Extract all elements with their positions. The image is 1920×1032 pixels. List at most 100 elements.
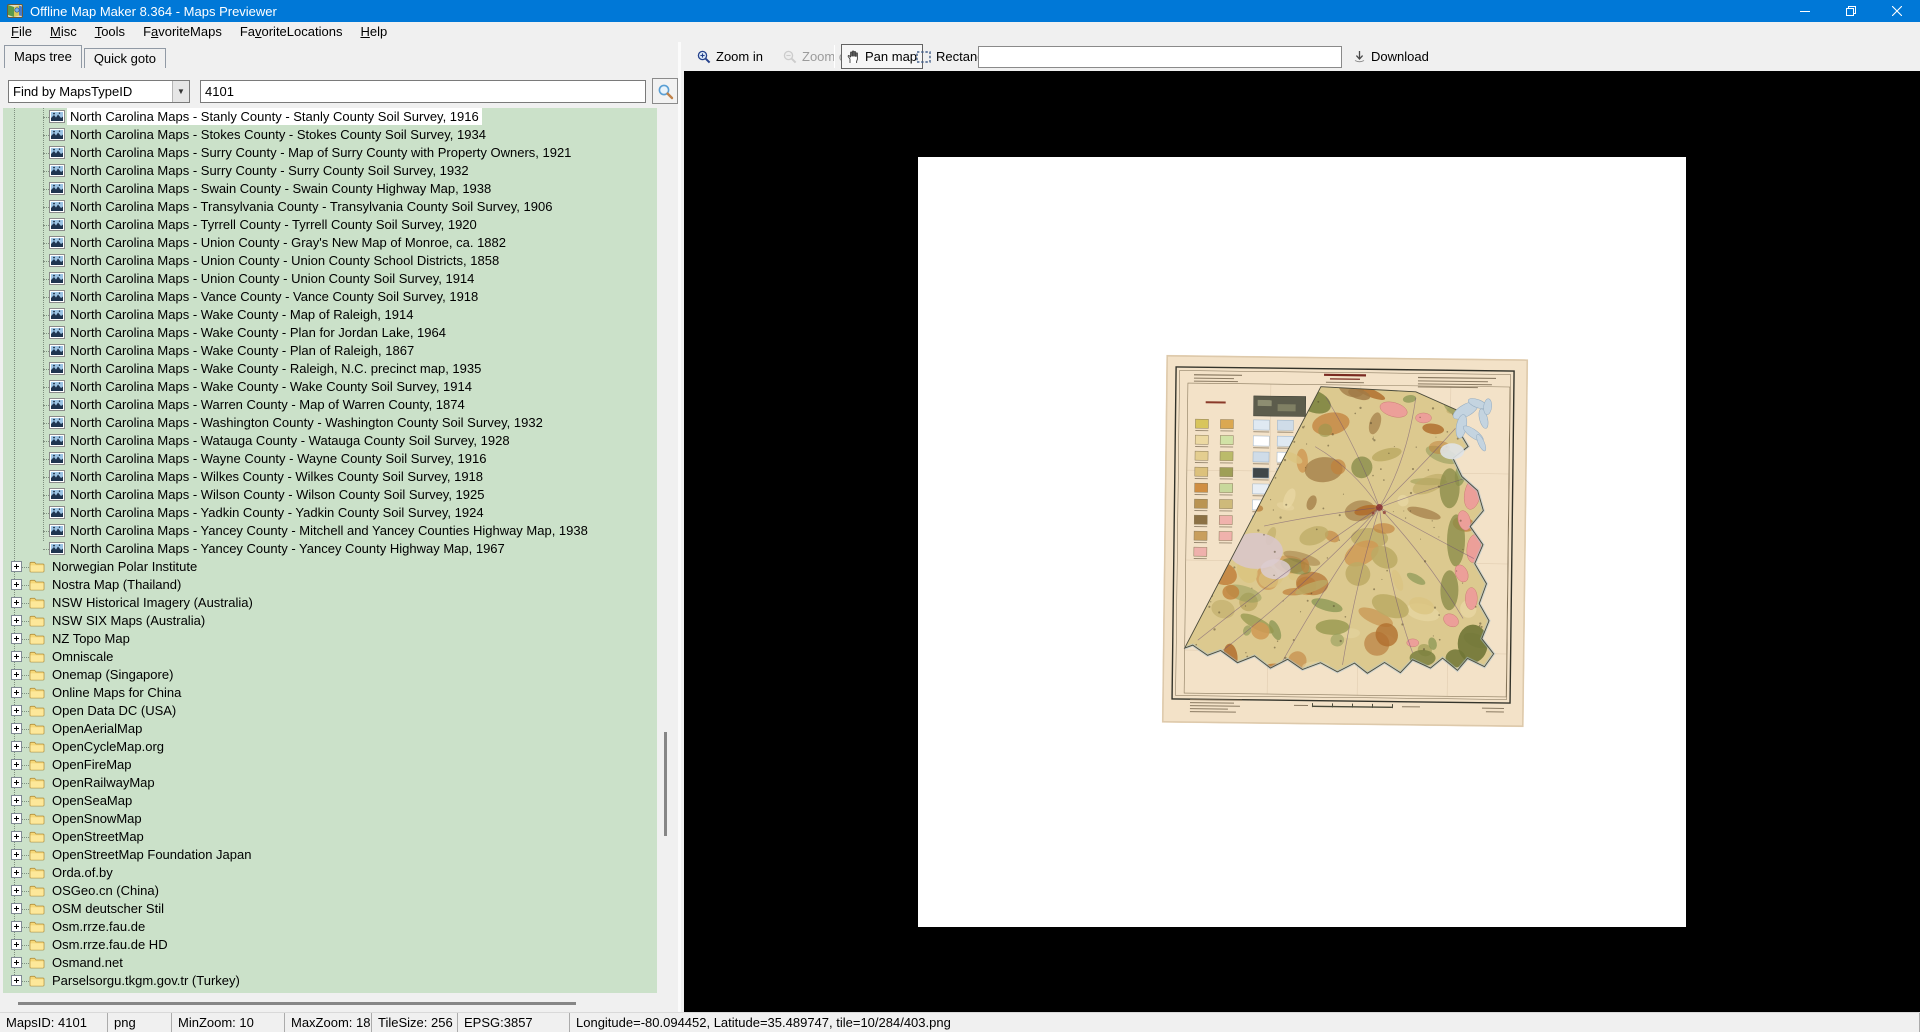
tree-item[interactable]: North Carolina Maps - Yadkin County - Ya…	[3, 504, 657, 522]
tree-item[interactable]: North Carolina Maps - Yancey County - Ya…	[3, 540, 657, 558]
tree-item[interactable]: North Carolina Maps - Wilson County - Wi…	[3, 486, 657, 504]
expand-icon[interactable]	[11, 903, 22, 914]
tree-folder[interactable]: OSM deutscher Stil	[3, 900, 657, 918]
expand-icon[interactable]	[11, 849, 22, 860]
tree-folder[interactable]: OpenCycleMap.org	[3, 738, 657, 756]
expand-icon[interactable]	[11, 651, 22, 662]
tree-folder[interactable]: Orda.of.by	[3, 864, 657, 882]
expand-icon[interactable]	[11, 723, 22, 734]
expand-icon[interactable]	[11, 939, 22, 950]
tree-item[interactable]: North Carolina Maps - Wake County - Plan…	[3, 342, 657, 360]
expand-icon[interactable]	[11, 633, 22, 644]
menu-file[interactable]: File	[2, 22, 41, 42]
find-by-dropdown[interactable]: Find by MapsTypeID ▼	[8, 80, 190, 103]
tree-item-label: North Carolina Maps - Warren County - Ma…	[70, 397, 465, 412]
expand-icon[interactable]	[11, 615, 22, 626]
expand-icon[interactable]	[11, 885, 22, 896]
expand-icon[interactable]	[11, 741, 22, 752]
expand-icon[interactable]	[11, 759, 22, 770]
expand-icon[interactable]	[11, 705, 22, 716]
tree-folder[interactable]: OSGeo.cn (China)	[3, 882, 657, 900]
restore-button[interactable]	[1828, 0, 1874, 22]
tree-folder[interactable]: Osm.rrze.fau.de HD	[3, 936, 657, 954]
tree-item[interactable]: North Carolina Maps - Union County - Gra…	[3, 234, 657, 252]
panel-splitter[interactable]	[678, 42, 681, 1012]
tree-item[interactable]: North Carolina Maps - Transylvania Count…	[3, 198, 657, 216]
expand-icon[interactable]	[11, 831, 22, 842]
tree-folder[interactable]: OpenSnowMap	[3, 810, 657, 828]
tree-connector	[22, 801, 29, 802]
tree-item[interactable]: North Carolina Maps - Yancey County - Mi…	[3, 522, 657, 540]
map-canvas[interactable]	[684, 71, 1920, 1012]
menu-favoritelocations[interactable]: FavoriteLocations	[231, 22, 352, 42]
tree-item[interactable]: North Carolina Maps - Warren County - Ma…	[3, 396, 657, 414]
minimize-button[interactable]	[1782, 0, 1828, 22]
coordinates-input[interactable]	[978, 46, 1342, 68]
tree-folder[interactable]: OpenFireMap	[3, 756, 657, 774]
tree-folder[interactable]: Parselsorgu.tkgm.gov.tr (Turkey)	[3, 972, 657, 990]
tree-folder[interactable]: NZ Topo Map	[3, 630, 657, 648]
tree-folder[interactable]: NSW Historical Imagery (Australia)	[3, 594, 657, 612]
tree-item[interactable]: North Carolina Maps - Tyrrell County - T…	[3, 216, 657, 234]
tab-quick-goto[interactable]: Quick goto	[83, 48, 166, 68]
tree-folder[interactable]: NSW SIX Maps (Australia)	[3, 612, 657, 630]
tree-item[interactable]: North Carolina Maps - Stanly County - St…	[3, 108, 657, 126]
tree-item[interactable]: North Carolina Maps - Union County - Uni…	[3, 252, 657, 270]
tree-item[interactable]: North Carolina Maps - Wake County - Rale…	[3, 360, 657, 378]
tree-item[interactable]: North Carolina Maps - Stokes County - St…	[3, 126, 657, 144]
tree-folder[interactable]: Nostra Map (Thailand)	[3, 576, 657, 594]
search-button[interactable]	[652, 78, 678, 104]
tree-item[interactable]: North Carolina Maps - Wake County - Wake…	[3, 378, 657, 396]
tree-item[interactable]: North Carolina Maps - Wake County - Plan…	[3, 324, 657, 342]
tree-folder[interactable]: OpenStreetMap	[3, 828, 657, 846]
expand-icon[interactable]	[11, 597, 22, 608]
tree-item[interactable]: North Carolina Maps - Wake County - Map …	[3, 306, 657, 324]
tree-item[interactable]: North Carolina Maps - Wayne County - Way…	[3, 450, 657, 468]
tree-horizontal-scrollbar[interactable]	[0, 995, 678, 1012]
expand-icon[interactable]	[11, 579, 22, 590]
tree-folder[interactable]: Osmand.net	[3, 954, 657, 972]
tree-item[interactable]: North Carolina Maps - Surry County - Map…	[3, 144, 657, 162]
tree-item[interactable]: North Carolina Maps - Surry County - Sur…	[3, 162, 657, 180]
tree-folder[interactable]: OpenAerialMap	[3, 720, 657, 738]
zoom-in-button[interactable]: Zoom in	[692, 44, 768, 69]
tree-item[interactable]: North Carolina Maps - Watauga County - W…	[3, 432, 657, 450]
tree-folder[interactable]: Osm.rrze.fau.de	[3, 918, 657, 936]
tree-folder[interactable]: Norwegian Polar Institute	[3, 558, 657, 576]
tree-item[interactable]: North Carolina Maps - Wilkes County - Wi…	[3, 468, 657, 486]
status-panel: MaxZoom: 18	[285, 1013, 372, 1032]
tree-item[interactable]: North Carolina Maps - Swain County - Swa…	[3, 180, 657, 198]
tree-item[interactable]: North Carolina Maps - Vance County - Van…	[3, 288, 657, 306]
tab-maps-tree[interactable]: Maps tree	[4, 45, 82, 68]
close-button[interactable]	[1874, 0, 1920, 22]
tree-vertical-scrollbar[interactable]	[664, 732, 667, 836]
download-button[interactable]: Download	[1348, 44, 1434, 69]
tree-folder[interactable]: Onemap (Singapore)	[3, 666, 657, 684]
expand-icon[interactable]	[11, 813, 22, 824]
tree-folder[interactable]: Online Maps for China	[3, 684, 657, 702]
tree-folder[interactable]: OpenRailwayMap	[3, 774, 657, 792]
tree-folder[interactable]: Open Data DC (USA)	[3, 702, 657, 720]
search-input[interactable]	[200, 80, 646, 103]
expand-icon[interactable]	[11, 867, 22, 878]
expand-icon[interactable]	[11, 687, 22, 698]
horizontal-scroll-thumb[interactable]	[18, 1002, 576, 1005]
menu-misc[interactable]: Misc	[41, 22, 86, 42]
tree-folder[interactable]: OpenSeaMap	[3, 792, 657, 810]
tree-folder[interactable]: Omniscale	[3, 648, 657, 666]
tree-folder[interactable]: OpenStreetMap Foundation Japan	[3, 846, 657, 864]
expand-icon[interactable]	[11, 957, 22, 968]
menu-tools[interactable]: Tools	[86, 22, 134, 42]
expand-icon[interactable]	[11, 975, 22, 986]
menu-favoritemaps[interactable]: FavoriteMaps	[134, 22, 231, 42]
map-image-icon	[49, 344, 65, 357]
tree-connector	[22, 837, 29, 838]
menu-help[interactable]: Help	[351, 22, 396, 42]
expand-icon[interactable]	[11, 777, 22, 788]
expand-icon[interactable]	[11, 669, 22, 680]
tree-item[interactable]: North Carolina Maps - Washington County …	[3, 414, 657, 432]
expand-icon[interactable]	[11, 921, 22, 932]
expand-icon[interactable]	[11, 795, 22, 806]
tree-item[interactable]: North Carolina Maps - Union County - Uni…	[3, 270, 657, 288]
expand-icon[interactable]	[11, 561, 22, 572]
